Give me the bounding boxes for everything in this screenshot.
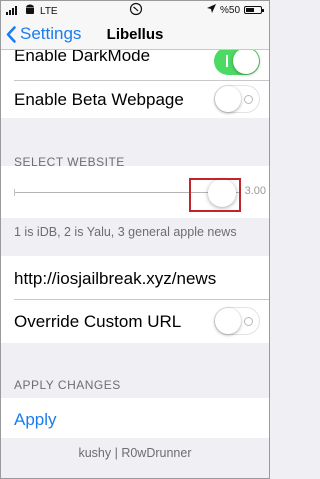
credits-text: kushy | R0wDrunner xyxy=(78,446,192,460)
carrier-label: LTE xyxy=(40,5,58,17)
clock-icon xyxy=(129,2,143,19)
location-arrow-icon xyxy=(206,4,216,16)
apply-row[interactable]: Apply xyxy=(0,398,270,438)
battery-icon xyxy=(244,6,264,14)
override-url-toggle[interactable] xyxy=(214,307,260,335)
slider-tick xyxy=(14,189,15,196)
custom-url-row[interactable]: http://iosjailbreak.xyz/news xyxy=(0,256,270,300)
status-bar: LTE %50 xyxy=(0,0,270,20)
beta-webpage-row: Enable Beta Webpage xyxy=(0,81,270,118)
toggle-knob xyxy=(215,308,241,334)
toggle-knob xyxy=(233,48,259,74)
beta-webpage-toggle[interactable] xyxy=(214,85,260,113)
apply-button[interactable]: Apply xyxy=(14,410,57,430)
slider-value: 3.00 xyxy=(244,185,266,197)
custom-url-field[interactable]: http://iosjailbreak.xyz/news xyxy=(14,269,216,289)
darkmode-row: Enable DarkMode xyxy=(0,46,270,81)
website-slider-knob[interactable] xyxy=(207,179,236,207)
override-url-label: Override Custom URL xyxy=(14,312,182,331)
page-title: Libellus xyxy=(106,26,164,43)
website-slider-track[interactable] xyxy=(14,189,240,196)
android-icon xyxy=(25,4,35,18)
apply-changes-header: APPLY CHANGES xyxy=(14,378,121,392)
website-slider-row: 3.00 xyxy=(0,166,270,218)
beta-webpage-label: Enable Beta Webpage xyxy=(14,90,184,109)
toggle-knob xyxy=(215,86,241,112)
navigation-bar: Settings Libellus xyxy=(0,20,270,50)
select-website-footer: 1 is iDB, 2 is Yalu, 3 general apple new… xyxy=(14,225,237,239)
signal-icon xyxy=(6,5,20,18)
off-mark-icon xyxy=(244,95,253,104)
battery-percent: %50 xyxy=(219,4,240,16)
override-url-row: Override Custom URL xyxy=(0,300,270,343)
darkmode-toggle[interactable] xyxy=(214,47,260,75)
off-mark-icon xyxy=(244,317,253,326)
on-mark-icon xyxy=(226,55,228,67)
